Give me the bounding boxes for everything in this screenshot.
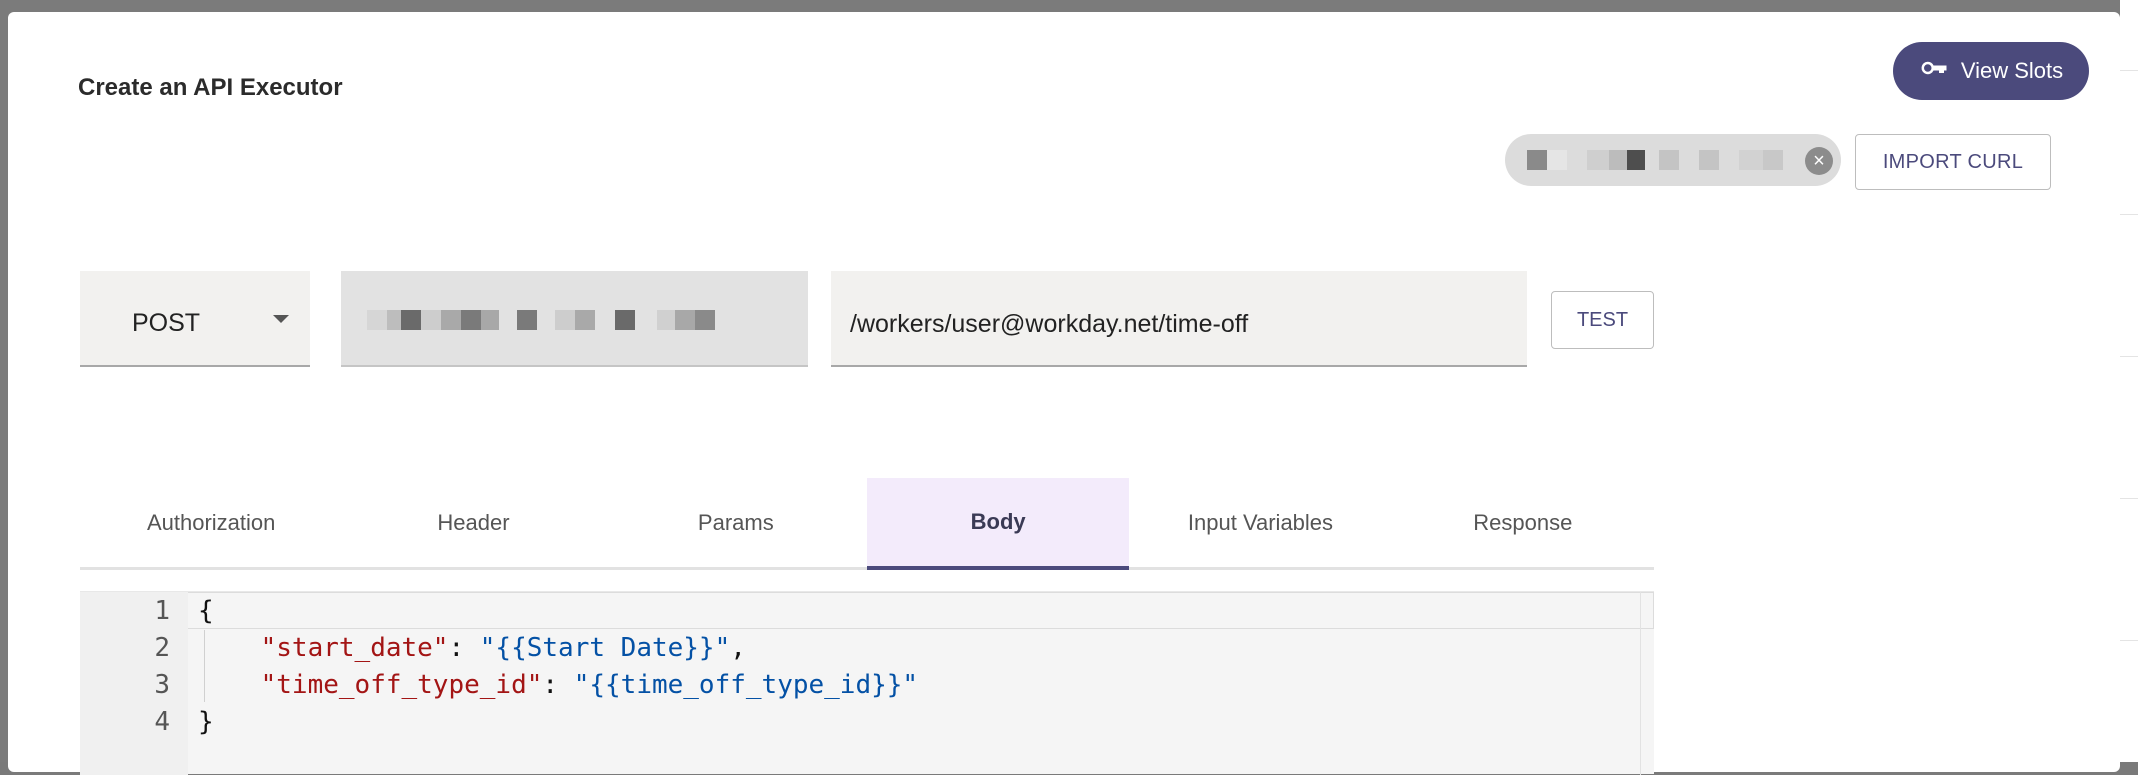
import-curl-button[interactable]: IMPORT CURL bbox=[1855, 134, 2051, 190]
method-value: POST bbox=[132, 309, 201, 337]
json-punctuation: : bbox=[448, 633, 480, 663]
json-punctuation bbox=[198, 670, 261, 700]
json-punctuation: , bbox=[730, 633, 746, 663]
close-circle-icon[interactable]: × bbox=[1805, 147, 1833, 175]
test-button[interactable]: TEST bbox=[1551, 291, 1654, 349]
caret-down-icon bbox=[273, 315, 289, 323]
json-string: "{{Start Date}}" bbox=[479, 633, 731, 663]
active-line-highlight bbox=[188, 592, 1654, 629]
tab-authorization[interactable]: Authorization bbox=[80, 478, 342, 567]
body-code-editor[interactable]: 1 2 3 4 { "start_date": "{{Start Date}}", "… bbox=[80, 591, 1654, 775]
line-number: 2 bbox=[154, 633, 170, 663]
view-slots-button[interactable]: View Slots bbox=[1893, 42, 2089, 100]
tab-header[interactable]: Header bbox=[342, 478, 604, 567]
line-number: 3 bbox=[154, 670, 170, 700]
code-line: { bbox=[198, 596, 214, 626]
tab-body[interactable]: Body bbox=[866, 478, 1130, 570]
dialog-title: Create an API Executor bbox=[78, 74, 343, 101]
background-page-edge bbox=[2120, 0, 2138, 762]
view-slots-label: View Slots bbox=[1960, 58, 2064, 83]
api-executor-dialog: Create an API Executor View Slots × IMPO… bbox=[8, 12, 2120, 775]
json-string: "{{time_off_type_id}}" bbox=[573, 670, 919, 700]
json-key: "time_off_type_id" bbox=[260, 670, 543, 700]
request-tabs: Authorization Header Params Body Input Varia… bbox=[80, 478, 1654, 570]
json-punctuation: } bbox=[198, 707, 214, 737]
endpoint-path-value: /workers/user@workday.net/time-off bbox=[850, 310, 1249, 338]
endpoint-path-field[interactable]: /workers/user@workday.net/time-off bbox=[831, 271, 1527, 367]
key-icon bbox=[1919, 53, 1949, 89]
line-number: 1 bbox=[154, 596, 170, 626]
redacted-chip-text bbox=[1527, 150, 1797, 170]
code-line: "time_off_type_id": "{{time_off_type_id}… bbox=[198, 670, 918, 700]
curl-chip[interactable]: × bbox=[1505, 134, 1841, 186]
base-url-field[interactable] bbox=[341, 271, 808, 367]
editor-gutter: 1 2 3 4 bbox=[80, 592, 188, 775]
json-punctuation bbox=[198, 633, 261, 663]
tab-input-variables[interactable]: Input Variables bbox=[1129, 478, 1391, 567]
tab-response[interactable]: Response bbox=[1392, 478, 1654, 567]
tab-params[interactable]: Params bbox=[605, 478, 867, 567]
code-line: "start_date": "{{Start Date}}", bbox=[198, 633, 746, 663]
method-select[interactable]: POST bbox=[80, 271, 310, 367]
redacted-base-url bbox=[367, 310, 787, 330]
json-punctuation: : bbox=[542, 670, 574, 700]
json-punctuation: { bbox=[198, 596, 214, 626]
code-line: } bbox=[198, 707, 214, 737]
line-number: 4 bbox=[154, 707, 170, 737]
editor-scrollbar[interactable] bbox=[1640, 592, 1654, 775]
json-key: "start_date" bbox=[260, 633, 449, 663]
